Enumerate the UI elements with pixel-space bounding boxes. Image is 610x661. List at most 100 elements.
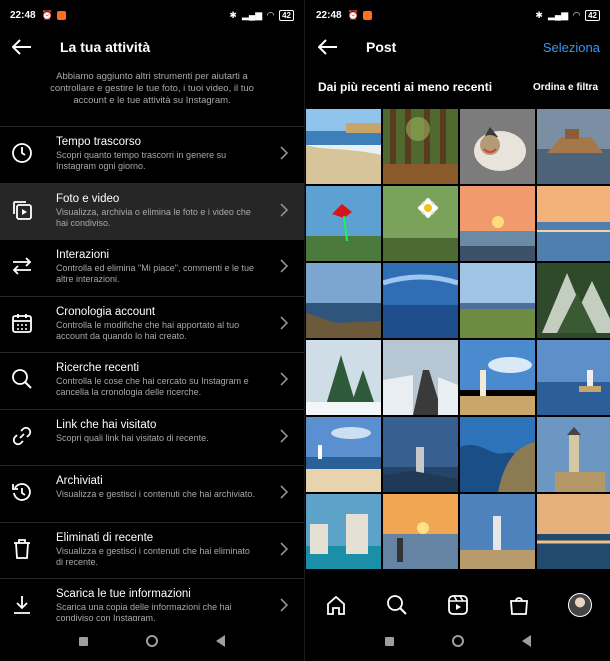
media-icon [10,198,34,222]
sort-bar: Dai più recenti ai meno recenti Ordina e… [318,80,598,94]
menu-item-label: Interazioni [56,249,110,261]
wifi-icon: ◠ [573,9,581,20]
menu-item-description: Visualizza e gestisci i contenuti che ha… [56,489,255,499]
search-icon[interactable] [384,592,410,618]
post-thumbnail[interactable] [306,340,381,415]
post-thumbnail[interactable] [537,417,610,492]
recent-apps-button[interactable] [79,636,88,646]
home-button[interactable] [452,635,464,647]
back-button[interactable] [216,635,225,647]
post-thumbnail[interactable] [537,186,610,261]
activity-menu: Tempo trascorso Scopri quanto tempo tras… [0,126,304,635]
post-thumbnail[interactable] [460,494,535,569]
android-nav-bar [306,621,610,661]
menu-item-archived[interactable]: Archiviati Visualizza e gestisci i conte… [0,465,304,522]
post-thumbnail[interactable] [460,186,535,261]
link-icon [10,424,34,448]
battery-icon: 42 [585,9,600,21]
menu-item-label: Tempo trascorso [56,136,142,148]
post-thumbnail[interactable] [537,494,610,569]
post-thumbnail[interactable] [460,417,535,492]
menu-item-account-history[interactable]: Cronologia account Controlla le modifich… [0,295,304,353]
select-button[interactable]: Seleziona [543,40,600,55]
post-thumbnail[interactable] [383,109,458,184]
notification-icons: ⏰ [42,10,66,21]
post-thumbnail[interactable] [537,109,610,184]
post-thumbnail[interactable] [460,109,535,184]
post-thumbnail[interactable] [306,109,381,184]
menu-item-description: Controlla ed elimina "Mi piace", comment… [56,263,254,284]
posts-screen: 22:48 ⏰ ✱ ▂▄▆ ◠ 42 Post Seleziona Dai pi… [306,0,610,661]
download-icon [10,593,34,617]
menu-item-time-spent[interactable]: Tempo trascorso Scopri quanto tempo tras… [0,126,304,183]
menu-item-label: Archiviati [56,475,103,487]
post-thumbnail[interactable] [306,186,381,261]
menu-item-photos-videos[interactable]: Foto e video Visualizza, archivia o elim… [0,182,304,239]
menu-item-label: Scarica le tue informazioni [56,588,191,600]
battery-icon: 42 [279,9,294,21]
menu-item-label: Cronologia account [56,305,156,318]
app-notification-icon [56,10,66,20]
bottom-tab-bar [306,585,610,625]
post-thumbnail[interactable] [383,340,458,415]
status-time: 22:48 [10,9,36,21]
recent-apps-button[interactable] [385,636,394,646]
post-thumbnail[interactable] [537,263,610,338]
android-nav-bar [0,621,304,661]
back-button[interactable] [522,635,531,647]
post-thumbnail[interactable] [383,494,458,569]
app-bar: Post Seleziona [306,30,610,64]
post-thumbnail[interactable] [537,340,610,415]
home-icon[interactable] [323,592,349,618]
menu-item-visited-links[interactable]: Link che hai visitato Scopri quali link … [0,408,304,466]
sort-filter-button[interactable]: Ordina e filtra [533,82,598,93]
menu-item-description: Controlla le cose che hai cercato su Ins… [56,376,249,397]
menu-item-description: Visualizza e gestisci i contenuti che ha… [56,545,250,567]
reels-icon[interactable] [445,592,471,618]
chevron-right-icon [280,202,289,217]
intro-text: Abbiamo aggiunto altri strumenti per aiu… [50,71,254,106]
post-thumbnail[interactable] [306,417,381,492]
chevron-right-icon [280,315,289,330]
back-arrow-icon[interactable] [316,35,340,59]
sort-order-label[interactable]: Dai più recenti ai meno recenti [318,80,492,94]
post-thumbnail[interactable] [383,186,458,261]
back-arrow-icon[interactable] [10,35,34,59]
search-icon [10,367,34,391]
trash-icon [10,537,34,561]
archive-icon [10,480,34,504]
home-button[interactable] [146,635,158,647]
wifi-icon: ◠ [267,9,275,20]
status-bar: 22:48 ⏰ ✱ ▂▄▆ ◠ 42 [0,0,304,30]
bluetooth-icon: ✱ [535,9,543,20]
menu-item-label: Foto e video [56,192,120,205]
menu-item-description: Scopri quanto tempo trascorri in genere … [56,150,227,171]
profile-avatar[interactable] [567,592,593,618]
page-title: La tua attività [60,39,151,55]
posts-grid [306,109,610,569]
menu-item-label: Ricerche recenti [56,362,140,374]
system-icons: ✱ ▂▄▆ ◠ 42 [535,9,600,21]
arrows-icon [10,254,34,278]
post-thumbnail[interactable] [306,263,381,338]
menu-item-recent-searches[interactable]: Ricerche recenti Controlla le cose che h… [0,352,304,409]
chevron-right-icon [280,598,289,612]
post-thumbnail[interactable] [306,494,381,569]
shop-icon[interactable] [506,592,532,618]
post-thumbnail[interactable] [460,340,535,415]
post-thumbnail[interactable] [383,263,458,338]
menu-item-label: Link che hai visitato [56,418,157,431]
post-thumbnail[interactable] [383,417,458,492]
notification-icons: ⏰ [348,10,372,21]
post-thumbnail[interactable] [460,263,535,338]
menu-item-recently-deleted[interactable]: Eliminati di recente Visualizza e gestis… [0,521,304,579]
signal-icon: ▂▄▆ [241,9,263,20]
calendar-icon [10,311,34,335]
menu-item-label: Eliminati di recente [56,531,154,544]
chevron-right-icon [280,259,289,273]
app-bar: La tua attività [0,30,304,64]
bluetooth-icon: ✱ [229,9,237,20]
activity-screen: 22:48 ⏰ ✱ ▂▄▆ ◠ 42 La tua attività Abbia… [0,0,305,661]
menu-item-interactions[interactable]: Interazioni Controlla ed elimina "Mi pia… [0,239,304,296]
menu-item-description: Scopri quali link hai visitato di recent… [56,432,209,443]
